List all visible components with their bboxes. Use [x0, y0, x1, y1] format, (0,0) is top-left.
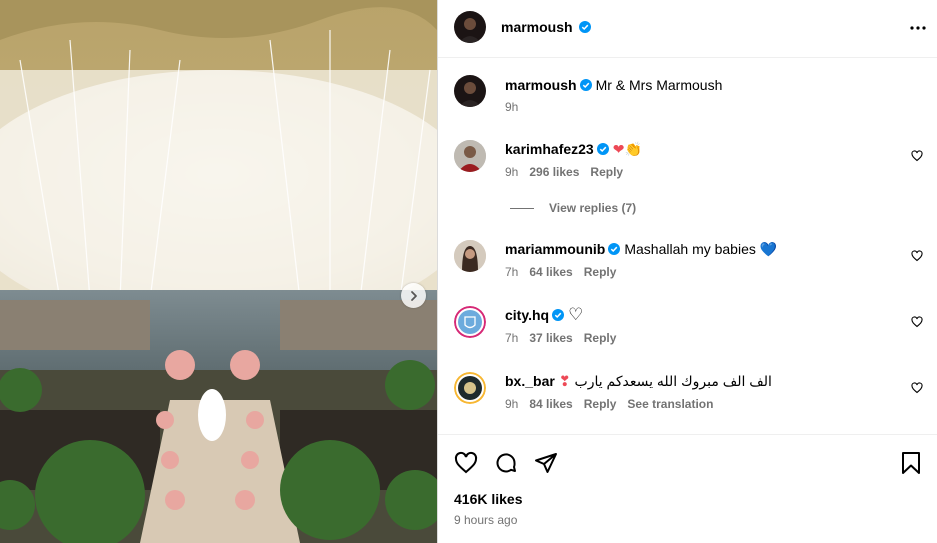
post-actions: 416K likes 9 hours ago [438, 434, 937, 543]
comment-time: 7h [505, 265, 519, 279]
view-replies-label: View replies (7) [549, 201, 637, 215]
verified-badge-icon [596, 143, 609, 155]
view-replies-button[interactable]: View replies (7) [510, 201, 636, 215]
comment-emoji: ♡ [568, 305, 584, 324]
caption-time: 9h [505, 100, 519, 114]
comment-likes[interactable]: 84 likes [529, 397, 572, 411]
reply-button[interactable]: Reply [584, 331, 617, 345]
comment-time: 9h [505, 397, 519, 411]
comment-icon[interactable] [494, 451, 518, 475]
commenter-avatar[interactable] [454, 372, 486, 404]
post-details-panel: marmoush marmoush Mr & Mrs Marmoush 9h ka [437, 0, 937, 543]
comment-username[interactable]: city.hq [505, 307, 549, 323]
replies-divider [510, 208, 534, 209]
more-options-icon[interactable] [909, 20, 927, 36]
comment-text: Mashallah my babies [624, 241, 756, 257]
comment-time: 9h [505, 165, 519, 179]
verified-badge-icon [608, 243, 621, 255]
reply-button[interactable]: Reply [590, 165, 623, 179]
comment-likes[interactable]: 37 likes [529, 331, 572, 345]
reply-button[interactable]: Reply [584, 265, 617, 279]
comment-text: الف الف مبروك الله يسعدكم يارب [574, 373, 772, 389]
author-username[interactable]: marmoush [501, 19, 573, 35]
caption-username[interactable]: marmoush [505, 77, 577, 93]
like-comment-icon[interactable] [911, 316, 923, 328]
comment-emoji: 💙 [759, 241, 778, 257]
author-avatar[interactable] [454, 11, 486, 43]
wedding-photo [0, 0, 437, 543]
comment-emoji: ❤👏 [612, 141, 642, 157]
commenter-avatar[interactable] [454, 240, 486, 272]
comment-username[interactable]: mariammounib [505, 241, 605, 257]
caption-text: Mr & Mrs Marmoush [595, 77, 723, 93]
like-comment-icon[interactable] [911, 150, 923, 162]
comment-likes[interactable]: 296 likes [529, 165, 579, 179]
commenter-avatar[interactable] [454, 306, 486, 338]
comment-likes[interactable]: 64 likes [529, 265, 572, 279]
like-comment-icon[interactable] [911, 382, 923, 394]
save-bookmark-icon[interactable] [900, 451, 922, 475]
reply-button[interactable]: Reply [584, 397, 617, 411]
see-translation-button[interactable]: See translation [627, 397, 713, 411]
post-photo[interactable] [0, 0, 437, 543]
comment-username[interactable]: karimhafez23 [505, 141, 594, 157]
next-photo-button[interactable] [401, 283, 426, 308]
chevron-right-icon [410, 290, 417, 301]
comment-emoji: ❣ [558, 373, 571, 389]
verified-badge-icon [552, 309, 565, 321]
commenter-avatar[interactable] [454, 140, 486, 172]
like-post-icon[interactable] [454, 451, 478, 475]
author-avatar[interactable] [454, 75, 486, 107]
comment-time: 7h [505, 331, 519, 345]
verified-badge-icon [579, 21, 592, 33]
share-icon[interactable] [534, 451, 558, 475]
post-likes-count[interactable]: 416K likes [454, 491, 523, 507]
comment-username[interactable]: bx._bar [505, 373, 555, 389]
like-comment-icon[interactable] [911, 250, 923, 262]
post-timestamp: 9 hours ago [454, 513, 518, 527]
verified-badge-icon [579, 79, 592, 91]
post-header: marmoush [438, 0, 937, 58]
